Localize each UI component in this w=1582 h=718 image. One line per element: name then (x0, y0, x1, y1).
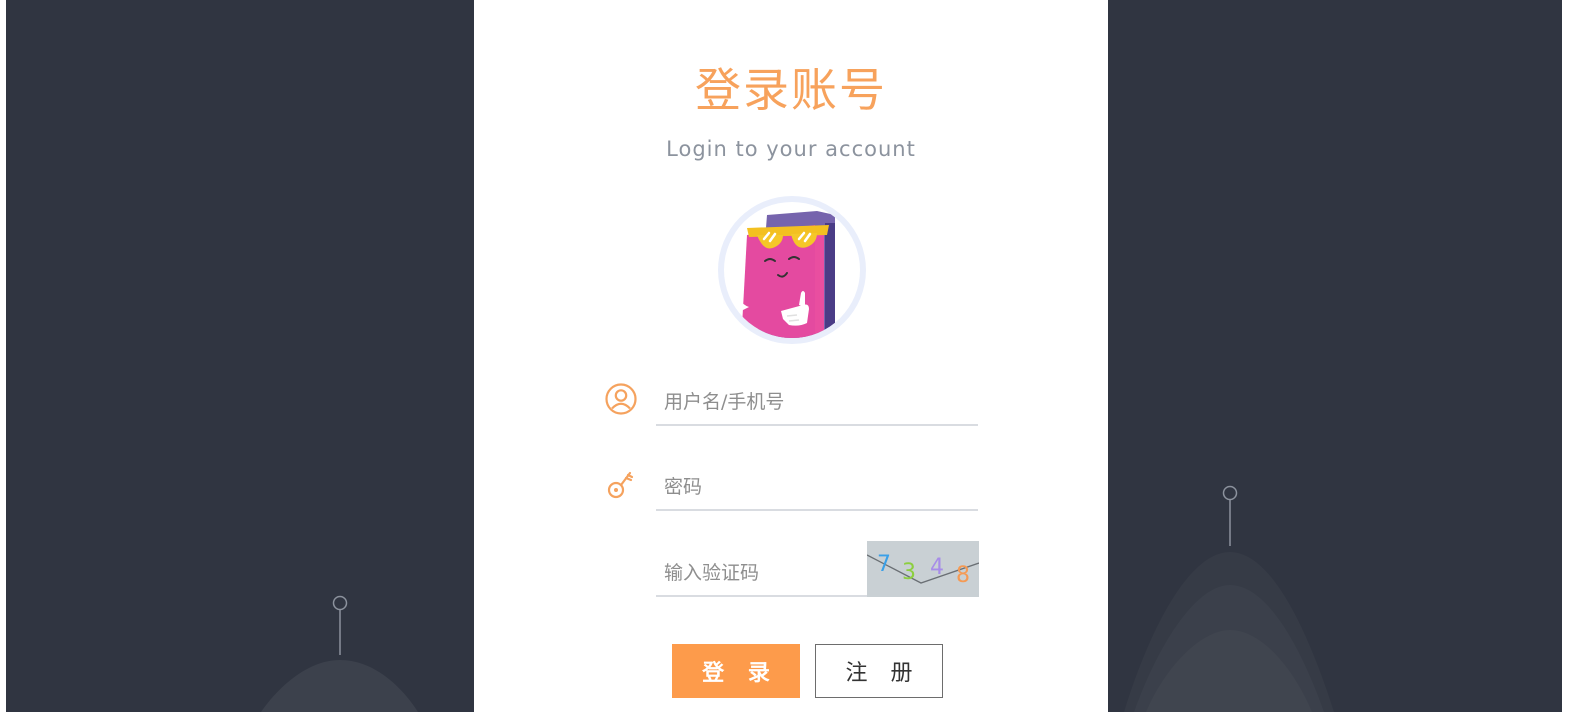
captcha-char: 8 (956, 563, 970, 588)
captcha-input[interactable] (656, 551, 868, 597)
username-input[interactable] (656, 380, 978, 426)
login-title: 登录账号 (695, 63, 887, 117)
avatar (718, 196, 866, 344)
login-card: 登录账号 Login to your account 用户名/手机号 输入验证码… (474, 0, 1108, 712)
captcha-char: 3 (902, 560, 916, 585)
key-icon (607, 471, 634, 499)
captcha-char: 4 (930, 555, 944, 580)
screenshot-frame: 登录账号 Login to your account 用户名/手机号 输入验证码… (0, 0, 1582, 718)
user-circle-icon (605, 383, 637, 415)
left-mountain-decoration (261, 595, 418, 712)
login-subtitle: Login to your account (666, 137, 916, 161)
captcha-char: 7 (877, 552, 891, 577)
captcha-image[interactable]: 7 3 4 8 (867, 541, 979, 597)
password-input[interactable] (656, 465, 978, 511)
register-button[interactable]: 注 册 (815, 644, 943, 698)
page-background: 登录账号 Login to your account 用户名/手机号 输入验证码… (6, 0, 1562, 712)
login-button[interactable]: 登 录 (672, 644, 800, 698)
right-mountain-decoration (1124, 485, 1334, 712)
